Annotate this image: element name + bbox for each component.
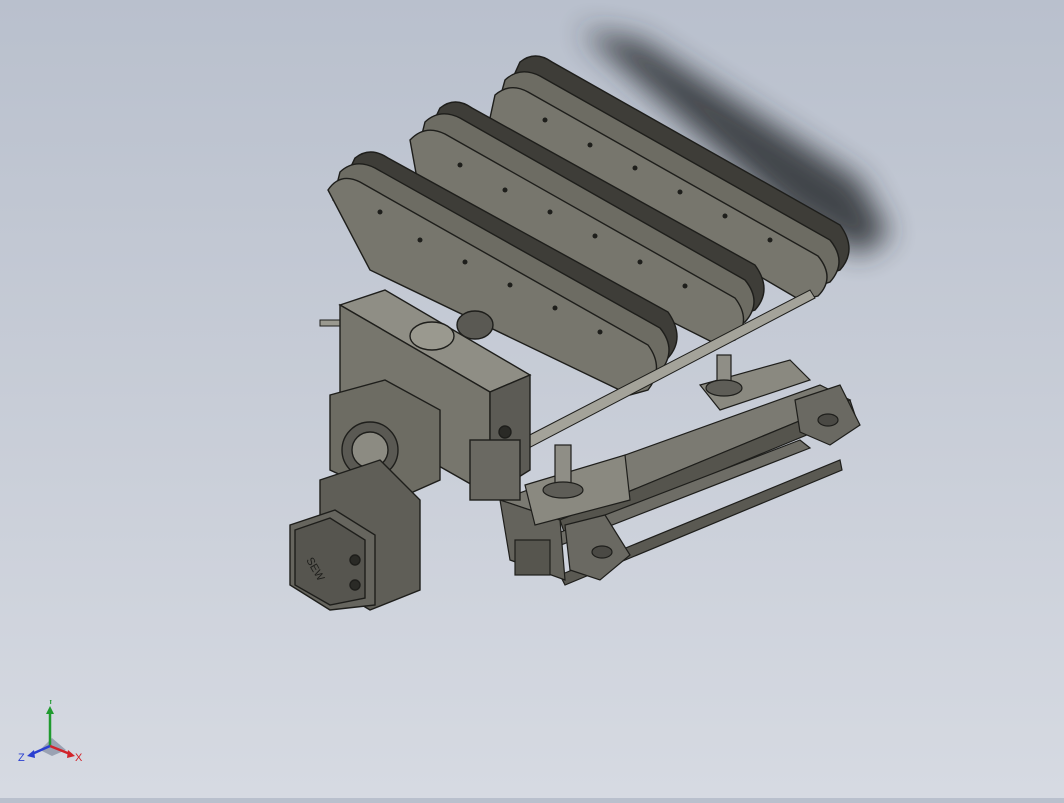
triad-y-label: Y bbox=[47, 700, 55, 707]
conveyor-assembly-model: SEW bbox=[289, 30, 890, 611]
triad-x-label: X bbox=[75, 752, 83, 764]
view-orientation-triad[interactable]: Y X Z bbox=[18, 695, 88, 770]
cad-viewport[interactable]: SEW Y X Z bbox=[0, 0, 1064, 798]
triad-z-label: Z bbox=[18, 752, 25, 764]
base-frame bbox=[498, 354, 861, 586]
gear-motor: SEW bbox=[289, 379, 441, 611]
